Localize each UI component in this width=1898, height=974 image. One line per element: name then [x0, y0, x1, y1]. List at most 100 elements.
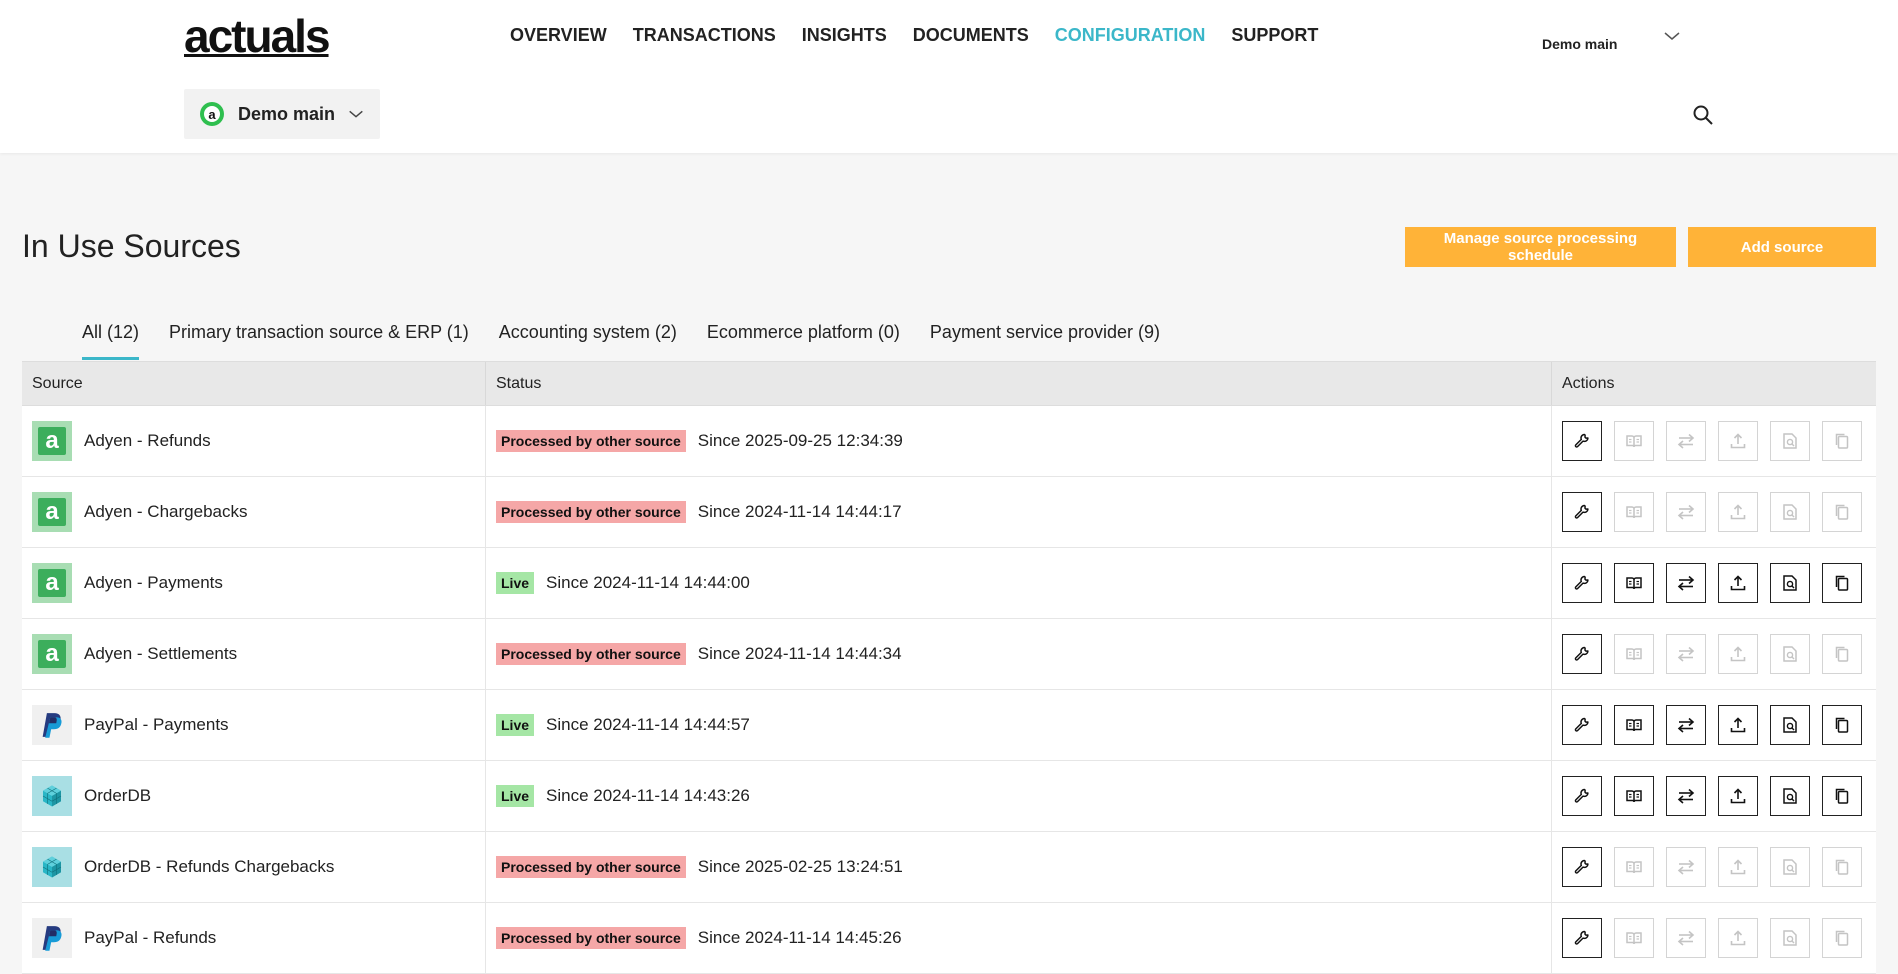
table-row[interactable]: a Adyen - Settlements Processed by other s… [22, 619, 1876, 690]
wrench-icon [1574, 646, 1589, 661]
source-name: Adyen - Settlements [84, 644, 238, 663]
table-row[interactable]: PayPal - Payments Live Since 2024-11-14 14… [22, 690, 1876, 761]
table-row[interactable]: OrderDB Live Since 2024-11-14 14:43:26 [22, 761, 1876, 832]
configure-button[interactable] [1562, 776, 1602, 816]
add-source-button[interactable]: Add source [1688, 227, 1876, 267]
document-search-icon [1783, 575, 1797, 591]
status-cell: Processed by other source Since 2024-11-1… [486, 619, 1552, 689]
table-row[interactable]: PayPal - Refunds Processed by other sourc… [22, 903, 1876, 974]
search-icon[interactable] [1692, 104, 1714, 126]
configure-button[interactable] [1562, 705, 1602, 745]
configure-button[interactable] [1562, 563, 1602, 603]
configure-button[interactable] [1562, 421, 1602, 461]
adyen-logo-letter: a [38, 427, 66, 455]
tab-all[interactable]: All (12) [82, 318, 140, 360]
status-badge: Processed by other source [496, 643, 686, 665]
nav-insights[interactable]: INSIGHTS [802, 22, 887, 48]
upload-button[interactable] [1718, 705, 1758, 745]
source-cell: OrderDB - Refunds Chargebacks [22, 832, 486, 902]
table-row[interactable]: a Adyen - Chargebacks Processed by other s… [22, 477, 1876, 548]
transfer-button[interactable] [1666, 563, 1706, 603]
status-since: Since 2025-02-25 13:24:51 [697, 857, 903, 876]
tenant-selector[interactable]: a Demo main [184, 89, 380, 139]
copy-icon [1835, 788, 1849, 804]
source-cell: PayPal - Refunds [22, 903, 486, 973]
book-icon [1626, 435, 1642, 448]
chevron-down-icon[interactable] [1662, 26, 1682, 46]
inspect-button [1770, 634, 1810, 674]
transfer-icon [1677, 788, 1695, 804]
table-row[interactable]: a Adyen - Payments Live Since 2024-11-14 14… [22, 548, 1876, 619]
nav-transactions[interactable]: TRANSACTIONS [633, 22, 776, 48]
upload-button[interactable] [1718, 776, 1758, 816]
actions-cell [1552, 406, 1876, 476]
inspect-button [1770, 918, 1810, 958]
table-row[interactable]: a Adyen - Refunds Processed by other sourc… [22, 406, 1876, 477]
inspect-button[interactable] [1770, 705, 1810, 745]
main-nav: OVERVIEW TRANSACTIONS INSIGHTS DOCUMENTS… [510, 22, 1318, 48]
tenant-logo-letter: a [204, 106, 220, 122]
transfer-button[interactable] [1666, 776, 1706, 816]
table-body: a Adyen - Refunds Processed by other sourc… [22, 406, 1876, 974]
actuals-logo[interactable]: actuals [184, 10, 331, 62]
copy-icon [1835, 930, 1849, 946]
actions-cell [1552, 477, 1876, 547]
adyen-logo: a [32, 421, 72, 461]
table-row[interactable]: OrderDB - Refunds Chargebacks Processed b… [22, 832, 1876, 903]
transfer-icon [1677, 930, 1695, 946]
mapping-button[interactable] [1614, 563, 1654, 603]
tab-payment-service-provider[interactable]: Payment service provider (9) [930, 318, 1160, 360]
transfer-button[interactable] [1666, 705, 1706, 745]
configure-button[interactable] [1562, 847, 1602, 887]
nav-documents[interactable]: DOCUMENTS [913, 22, 1029, 48]
transfer-button [1666, 847, 1706, 887]
inspect-button [1770, 492, 1810, 532]
status-cell: Processed by other source Since 2025-02-2… [486, 832, 1552, 902]
upload-button [1718, 421, 1758, 461]
configure-button[interactable] [1562, 918, 1602, 958]
document-search-icon [1783, 788, 1797, 804]
source-name: OrderDB [84, 786, 152, 805]
configure-button[interactable] [1562, 492, 1602, 532]
inspect-button[interactable] [1770, 776, 1810, 816]
copy-button[interactable] [1822, 705, 1862, 745]
upload-icon [1730, 433, 1746, 449]
inspect-button[interactable] [1770, 563, 1810, 603]
transfer-button [1666, 421, 1706, 461]
nav-support[interactable]: SUPPORT [1231, 22, 1318, 48]
source-cell: PayPal - Payments [22, 690, 486, 760]
status-since: Since 2025-09-25 12:34:39 [697, 431, 903, 450]
upload-button[interactable] [1718, 563, 1758, 603]
copy-button [1822, 492, 1862, 532]
copy-button [1822, 421, 1862, 461]
tab-primary-transaction-source[interactable]: Primary transaction source & ERP (1) [169, 318, 469, 360]
mapping-button[interactable] [1614, 776, 1654, 816]
book-icon [1626, 577, 1642, 590]
manage-schedule-button[interactable]: Manage source processing schedule [1405, 227, 1676, 267]
source-name: PayPal - Payments [84, 715, 229, 734]
copy-button[interactable] [1822, 563, 1862, 603]
book-icon [1626, 932, 1642, 945]
mapping-button[interactable] [1614, 705, 1654, 745]
page-title: In Use Sources [22, 228, 241, 264]
source-tabs: All (12) Primary transaction source & ER… [82, 318, 1160, 360]
copy-icon [1835, 859, 1849, 875]
nav-configuration[interactable]: CONFIGURATION [1055, 22, 1206, 48]
copy-button[interactable] [1822, 776, 1862, 816]
status-badge: Processed by other source [496, 501, 686, 523]
status-since: Since 2024-11-14 14:44:00 [546, 573, 750, 592]
nav-overview[interactable]: OVERVIEW [510, 22, 607, 48]
actions-cell [1552, 619, 1876, 689]
user-menu[interactable]: Demo main [1542, 30, 1680, 52]
tenant-logo: a [200, 102, 224, 126]
upload-icon [1730, 930, 1746, 946]
column-header-actions: Actions [1562, 374, 1615, 392]
configure-button[interactable] [1562, 634, 1602, 674]
tenant-name: Demo main [238, 103, 336, 124]
tab-ecommerce-platform[interactable]: Ecommerce platform (0) [707, 318, 900, 360]
source-name: PayPal - Refunds [84, 928, 217, 947]
book-icon [1626, 506, 1642, 519]
status-cell: Live Since 2024-11-14 14:43:26 [486, 761, 1552, 831]
tab-accounting-system[interactable]: Accounting system (2) [499, 318, 677, 360]
status-badge: Processed by other source [496, 927, 686, 949]
